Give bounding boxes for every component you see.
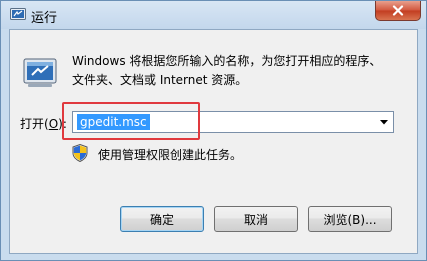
- run-program-icon: [22, 54, 58, 90]
- open-label-accesskey: O: [48, 117, 59, 131]
- chevron-down-icon[interactable]: [375, 112, 393, 132]
- uac-shield-icon: [72, 143, 88, 163]
- cancel-button[interactable]: 取消: [214, 206, 298, 232]
- run-icon: [10, 7, 26, 21]
- run-dialog: 运行 Windows 将根据您所输入的名称，为您打开相应的程序、 文件夹、文档或…: [0, 0, 427, 261]
- ok-button[interactable]: 确定: [120, 206, 204, 232]
- description-line-1: Windows 将根据您所输入的名称，为您打开相应的程序、: [72, 54, 382, 68]
- window-title: 运行: [31, 11, 58, 26]
- dialog-body: Windows 将根据您所输入的名称，为您打开相应的程序、 文件夹、文档或 In…: [9, 29, 418, 254]
- description-text: Windows 将根据您所输入的名称，为您打开相应的程序、 文件夹、文档或 In…: [72, 52, 402, 90]
- annotation-highlight-box: [62, 102, 200, 140]
- close-icon: [392, 5, 404, 16]
- title-bar[interactable]: 运行: [1, 1, 426, 29]
- browse-button[interactable]: 浏览(B)...: [308, 206, 392, 232]
- close-button[interactable]: [375, 1, 421, 21]
- admin-note: 使用管理权限创建此任务。: [98, 148, 243, 162]
- open-label: 打开(O):: [20, 115, 67, 132]
- open-label-prefix: 打开(: [20, 117, 49, 131]
- description-line-2: 文件夹、文档或 Internet 资源。: [72, 73, 248, 87]
